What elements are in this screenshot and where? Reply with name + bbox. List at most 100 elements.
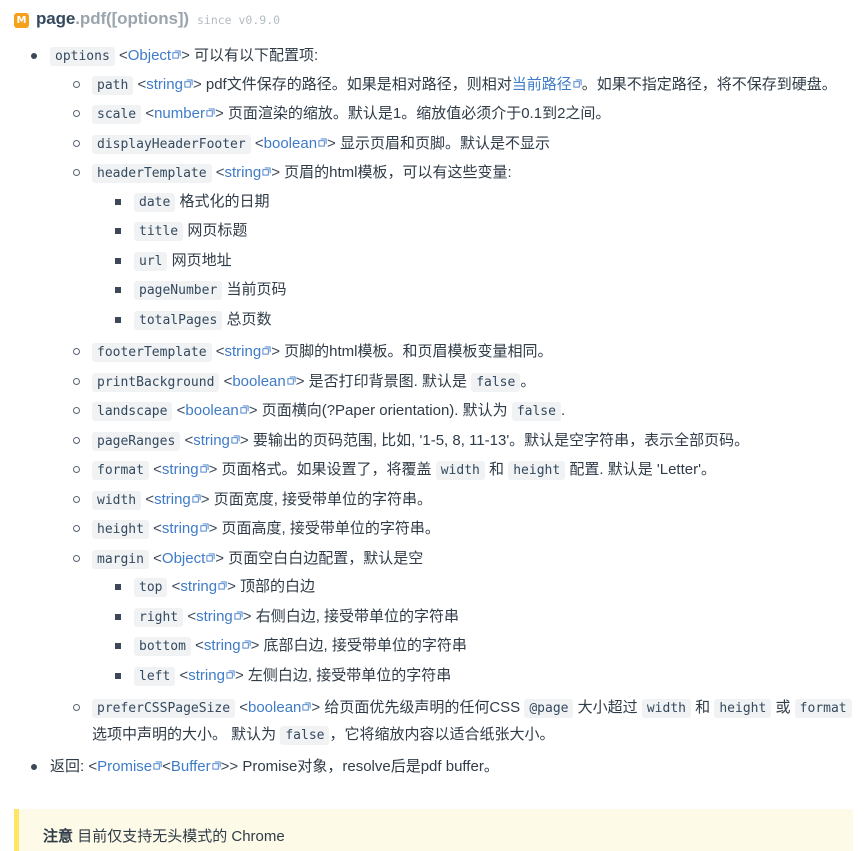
prefercsspagesize-desc-4: 选项中声明的大小。 默认为 bbox=[92, 725, 277, 743]
bullet-square-icon bbox=[115, 663, 121, 679]
external-link-icon bbox=[172, 50, 181, 59]
code-chip-top: top bbox=[134, 578, 168, 597]
type-link-string[interactable]: string bbox=[162, 461, 199, 478]
code-chip-margin: margin bbox=[92, 549, 149, 569]
list-item-pagenumber: pageNumber 当前页码 bbox=[134, 277, 867, 305]
list-item-left: left <string > 左侧白边, 接受带单位的字符串 bbox=[134, 663, 867, 691]
code-chip-totalpages: totalPages bbox=[134, 310, 223, 330]
type-link-boolean[interactable]: boolean bbox=[232, 373, 285, 390]
type-link-buffer[interactable]: Buffer bbox=[171, 758, 211, 775]
date-desc: 格式化的日期 bbox=[179, 192, 270, 210]
code-chip-displayheaderfooter: displayHeaderFooter bbox=[92, 134, 251, 154]
code-chip-false: false bbox=[471, 372, 521, 392]
code-chip-width: width bbox=[435, 461, 485, 480]
type-link-string[interactable]: string bbox=[180, 578, 217, 595]
type-link-string[interactable]: string bbox=[188, 667, 225, 684]
top-desc: 顶部的白边 bbox=[240, 578, 316, 595]
list-item-totalpages: totalPages 总页数 bbox=[134, 307, 867, 335]
type-link-string[interactable]: string bbox=[162, 520, 199, 537]
type-link-string[interactable]: string bbox=[225, 164, 262, 181]
prefercsspagesize-desc-2: 和 bbox=[695, 699, 711, 716]
list-item-options: options <Object > 可以有以下配置项: path <string >… bbox=[50, 43, 867, 752]
list-item-footertemplate: footerTemplate <string > 页脚的html模板。和页眉模板变… bbox=[92, 339, 867, 367]
pageranges-desc: 要输出的页码范围, 比如, '1-5, 8, 11-13'。默认是空字符串，表示… bbox=[252, 431, 750, 449]
code-chip-height: height bbox=[92, 520, 149, 539]
title-desc: 网页标题 bbox=[187, 222, 248, 239]
page-title-rest: .pdf([options]) bbox=[75, 9, 189, 28]
link-current-path[interactable]: 当前路径 bbox=[512, 76, 572, 93]
external-link-icon bbox=[242, 640, 251, 649]
printbackground-desc-pre: 是否打印背景图. 默认是 bbox=[308, 372, 468, 390]
printbackground-desc-post: 。 bbox=[520, 372, 536, 390]
code-chip-pagenumber: pageNumber bbox=[134, 281, 223, 300]
list-item-width: width <string > 页面宽度, 接受带单位的字符串。 bbox=[92, 487, 867, 515]
bullet-square-icon bbox=[115, 307, 121, 323]
type-link-boolean[interactable]: boolean bbox=[248, 699, 301, 716]
options-desc: 可以有以下配置项: bbox=[194, 47, 319, 64]
code-chip-bottom: bottom bbox=[134, 637, 191, 656]
external-link-icon bbox=[206, 552, 215, 562]
list-item-scale: scale <number > 页面渲染的缩放。默认是1。缩放值必须介于0.1到2… bbox=[92, 101, 867, 129]
note-label: 注意 bbox=[43, 827, 74, 845]
bullet-circle-icon bbox=[73, 72, 80, 88]
type-link-string[interactable]: string bbox=[204, 637, 241, 654]
totalpages-desc: 总页数 bbox=[226, 310, 272, 328]
code-chip-height: height bbox=[508, 461, 566, 480]
type-link-string[interactable]: string bbox=[225, 343, 262, 360]
bottom-desc: 底部白边, 接受带单位的字符串 bbox=[263, 637, 467, 654]
list-item-landscape: landscape <boolean > 页面横向(?Paper orientat… bbox=[92, 398, 867, 426]
external-link-icon bbox=[240, 405, 249, 414]
displayheaderfooter-desc: 显示页眉和页脚。默认是不显示 bbox=[339, 134, 550, 152]
code-chip-footertemplate: footerTemplate bbox=[92, 343, 212, 362]
margin-desc: 页面空白白边配置，默认是空 bbox=[228, 549, 424, 567]
returns-desc: Promise对象，resolve后是pdf buffer。 bbox=[242, 758, 499, 775]
external-link-icon bbox=[200, 523, 209, 532]
anchor-badge-icon[interactable]: M bbox=[14, 13, 29, 28]
format-desc-mid: 和 bbox=[489, 461, 505, 478]
list-item-path: path <string > pdf文件保存的路径。如果是相对路径，则相对当前路径… bbox=[92, 72, 867, 100]
code-chip-left: left bbox=[134, 666, 176, 686]
returns-label: 返回: bbox=[50, 758, 85, 775]
margin-sublist: top <string > 顶部的白边 right <string > 右侧白边, … bbox=[92, 574, 867, 690]
list-item-headertemplate: headerTemplate <string > 页眉的html模板，可以有这些变… bbox=[92, 160, 867, 337]
code-chip-format: format bbox=[794, 699, 852, 718]
type-link-boolean[interactable]: boolean bbox=[264, 135, 317, 152]
code-chip-url: url bbox=[134, 251, 168, 271]
list-item-bottom: bottom <string > 底部白边, 接受带单位的字符串 bbox=[134, 633, 867, 661]
code-chip-height: height bbox=[714, 699, 772, 718]
list-item-url: url 网页地址 bbox=[134, 248, 867, 276]
type-link-string[interactable]: string bbox=[146, 76, 183, 93]
external-link-icon bbox=[231, 434, 240, 444]
code-chip-pageranges: pageRanges bbox=[92, 431, 181, 451]
bullet-square-icon bbox=[115, 277, 121, 293]
width-desc: 页面宽度, 接受带单位的字符串。 bbox=[213, 490, 433, 508]
list-item-height: height <string > 页面高度, 接受带单位的字符串。 bbox=[92, 516, 867, 544]
type-link-string[interactable]: string bbox=[154, 491, 191, 508]
type-link-promise[interactable]: Promise bbox=[97, 758, 152, 775]
code-chip-date: date bbox=[134, 192, 176, 212]
footertemplate-desc: 页脚的html模板。和页眉模板变量相同。 bbox=[284, 343, 553, 360]
bullet-square-icon bbox=[115, 248, 121, 264]
code-chip-title: title bbox=[134, 222, 184, 241]
type-link-string[interactable]: string bbox=[196, 608, 233, 625]
code-chip-scale: scale bbox=[92, 105, 142, 124]
page-title-main: page bbox=[36, 9, 76, 28]
angle-close: > bbox=[181, 47, 190, 64]
list-item-date: date 格式化的日期 bbox=[134, 189, 867, 217]
list-item-right: right <string > 右侧白边, 接受带单位的字符串 bbox=[134, 604, 867, 632]
type-link-string[interactable]: string bbox=[193, 432, 230, 449]
height-desc: 页面高度, 接受带单位的字符串。 bbox=[221, 520, 440, 537]
pagenumber-desc: 当前页码 bbox=[226, 281, 287, 298]
type-link-boolean[interactable]: boolean bbox=[185, 402, 238, 419]
external-link-icon bbox=[200, 464, 209, 473]
api-doc-page: M page.pdf([options]) since v0.9.0 optio… bbox=[0, 0, 867, 851]
bullet-circle-icon bbox=[73, 516, 80, 532]
bullet-circle-icon bbox=[73, 546, 80, 562]
type-link-number[interactable]: number bbox=[154, 105, 205, 122]
type-link-object[interactable]: Object bbox=[128, 47, 171, 64]
type-link-object[interactable]: Object bbox=[162, 550, 205, 567]
right-desc: 右侧白边, 接受带单位的字符串 bbox=[255, 607, 460, 625]
code-chip-width: width bbox=[92, 490, 142, 510]
bullet-disc-icon bbox=[31, 754, 37, 770]
headertemplate-desc: 页眉的html模板，可以有这些变量: bbox=[284, 164, 512, 181]
